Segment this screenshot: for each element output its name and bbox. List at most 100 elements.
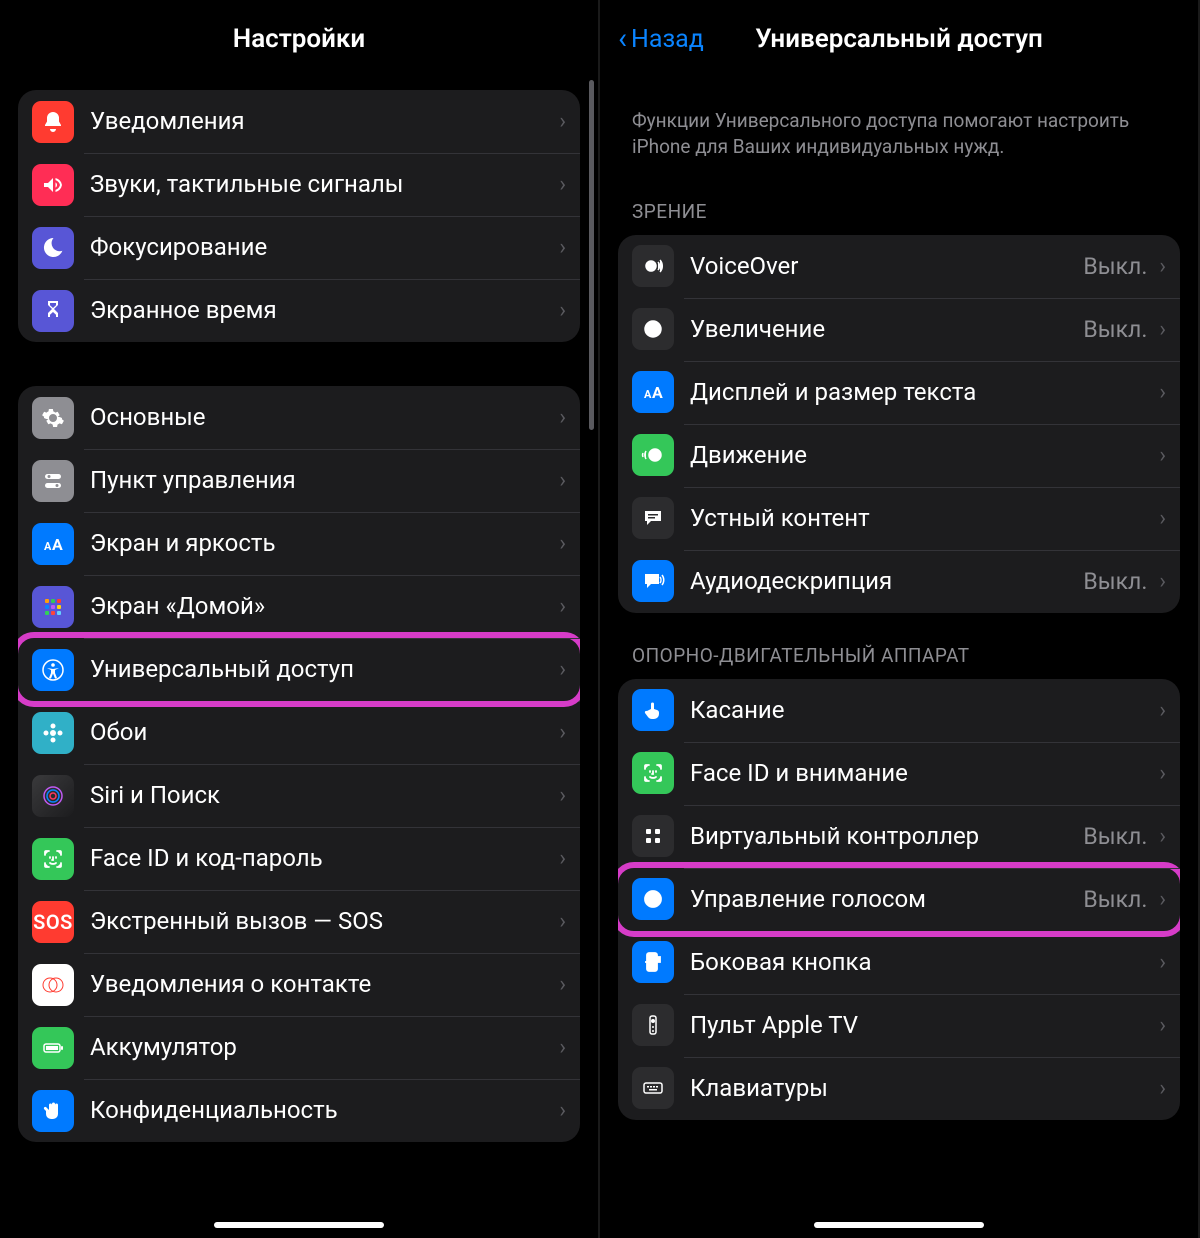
chevron-right-icon: › — [1159, 887, 1166, 912]
row-screentime[interactable]: Экранное время › — [18, 279, 580, 342]
row-display-text[interactable]: AA Дисплей и размер текста › — [618, 361, 1180, 424]
row-label: Универсальный доступ — [90, 655, 559, 684]
row-apple-tv-remote[interactable]: Пульт Apple TV › — [618, 994, 1180, 1057]
svg-text:A: A — [52, 535, 63, 554]
chevron-right-icon: › — [1159, 380, 1166, 405]
voiceover-icon — [632, 245, 674, 287]
row-focus[interactable]: Фокусирование › — [18, 216, 580, 279]
row-sos[interactable]: SOS Экстренный вызов — SOS › — [18, 890, 580, 953]
row-faceid[interactable]: Face ID и код-пароль › — [18, 827, 580, 890]
settings-header: Настройки — [0, 0, 598, 78]
row-value: Выкл. — [1083, 823, 1147, 850]
side-button-icon — [632, 941, 674, 983]
row-siri[interactable]: Siri и Поиск › — [18, 764, 580, 827]
settings-pane: Настройки Уведомления › Звуки, тактильны… — [0, 0, 600, 1238]
row-label: Аудиодескрипция — [690, 567, 1083, 596]
speaker-icon — [32, 164, 74, 206]
vision-group: VoiceOver Выкл. › Увеличение Выкл. › AA … — [618, 235, 1180, 613]
row-label: Управление голосом — [690, 885, 1083, 914]
row-label: Уведомления — [90, 107, 559, 136]
row-faceid-attn[interactable]: Face ID и внимание › — [618, 742, 1180, 805]
row-switch-control[interactable]: Виртуальный контроллер Выкл. › — [618, 805, 1180, 868]
row-label: VoiceOver — [690, 252, 1083, 281]
switches-icon — [32, 460, 74, 502]
chevron-right-icon: › — [1159, 824, 1166, 849]
row-control-center[interactable]: Пункт управления › — [18, 449, 580, 512]
row-label: Основные — [90, 403, 559, 432]
row-value: Выкл. — [1083, 886, 1147, 913]
chevron-right-icon: › — [559, 909, 566, 934]
sos-icon: SOS — [32, 901, 74, 943]
row-motion[interactable]: Движение › — [618, 424, 1180, 487]
row-keyboards[interactable]: Клавиатуры › — [618, 1057, 1180, 1120]
scrollbar[interactable] — [589, 80, 594, 430]
page-title: Настройки — [233, 24, 365, 54]
chevron-right-icon: › — [559, 1035, 566, 1060]
row-accessibility[interactable]: Универсальный доступ › — [18, 638, 580, 701]
row-label: Движение — [690, 441, 1159, 470]
chevron-right-icon: › — [559, 1098, 566, 1123]
apps-grid-icon — [32, 586, 74, 628]
moon-icon — [32, 227, 74, 269]
keyboard-icon — [632, 1067, 674, 1109]
row-privacy[interactable]: Конфиденциальность › — [18, 1079, 580, 1142]
battery-icon — [32, 1027, 74, 1069]
row-spoken[interactable]: Устный контент › — [618, 487, 1180, 550]
row-touch[interactable]: Касание › — [618, 679, 1180, 742]
row-display[interactable]: AA Экран и яркость › — [18, 512, 580, 575]
accessibility-header: ‹ Назад Универсальный доступ — [600, 0, 1198, 78]
page-title: Универсальный доступ — [755, 24, 1043, 54]
row-label: Дисплей и размер текста — [690, 378, 1159, 407]
bell-icon — [32, 101, 74, 143]
chevron-right-icon: › — [1159, 950, 1166, 975]
row-exposure[interactable]: Уведомления о контакте › — [18, 953, 580, 1016]
exposure-icon — [32, 964, 74, 1006]
row-wallpaper[interactable]: Обои › — [18, 701, 580, 764]
flower-icon — [32, 712, 74, 754]
back-label: Назад — [631, 25, 704, 54]
chevron-right-icon: › — [1159, 1076, 1166, 1101]
row-label: Face ID и внимание — [690, 759, 1159, 788]
row-label: Боковая кнопка — [690, 948, 1159, 977]
zoom-icon — [632, 308, 674, 350]
chevron-right-icon: › — [559, 109, 566, 134]
home-indicator[interactable] — [214, 1222, 384, 1228]
chevron-right-icon: › — [1159, 761, 1166, 786]
speech-bubble-icon — [632, 497, 674, 539]
row-zoom[interactable]: Увеличение Выкл. › — [618, 298, 1180, 361]
row-battery[interactable]: Аккумулятор › — [18, 1016, 580, 1079]
row-sounds[interactable]: Звуки, тактильные сигналы › — [18, 153, 580, 216]
row-voice-control[interactable]: Управление голосом Выкл. › — [618, 868, 1180, 931]
chevron-right-icon: › — [1159, 254, 1166, 279]
accessibility-content: Функции Универсального доступа помогают … — [600, 78, 1198, 1238]
row-general[interactable]: Основные › — [18, 386, 580, 449]
chevron-right-icon: › — [559, 972, 566, 997]
row-voiceover[interactable]: VoiceOver Выкл. › — [618, 235, 1180, 298]
row-label: Конфиденциальность — [90, 1096, 559, 1125]
row-notifications[interactable]: Уведомления › — [18, 90, 580, 153]
row-label: Устный контент — [690, 504, 1159, 533]
svg-text:A: A — [44, 540, 52, 553]
chevron-left-icon: ‹ — [618, 24, 627, 54]
home-indicator[interactable] — [814, 1222, 984, 1228]
chevron-right-icon: › — [559, 594, 566, 619]
row-audiodesc[interactable]: Аудиодескрипция Выкл. › — [618, 550, 1180, 613]
row-label: Экран «Домой» — [90, 592, 559, 621]
svg-text:A: A — [652, 383, 663, 402]
chevron-right-icon: › — [1159, 1013, 1166, 1038]
row-side-button[interactable]: Боковая кнопка › — [618, 931, 1180, 994]
row-home-screen[interactable]: Экран «Домой» › — [18, 575, 580, 638]
settings-group-2: Основные › Пункт управления › AA Экран и… — [18, 386, 580, 1142]
chevron-right-icon: › — [1159, 443, 1166, 468]
chevron-right-icon: › — [559, 657, 566, 682]
back-button[interactable]: ‹ Назад — [618, 0, 704, 78]
row-label: Обои — [90, 718, 559, 747]
row-label: Касание — [690, 696, 1159, 725]
chevron-right-icon: › — [1159, 506, 1166, 531]
row-label: Звуки, тактильные сигналы — [90, 170, 559, 199]
chevron-right-icon: › — [559, 531, 566, 556]
svg-text:A: A — [644, 388, 652, 401]
chevron-right-icon: › — [559, 846, 566, 871]
chevron-right-icon: › — [559, 783, 566, 808]
row-label: Клавиатуры — [690, 1074, 1159, 1103]
